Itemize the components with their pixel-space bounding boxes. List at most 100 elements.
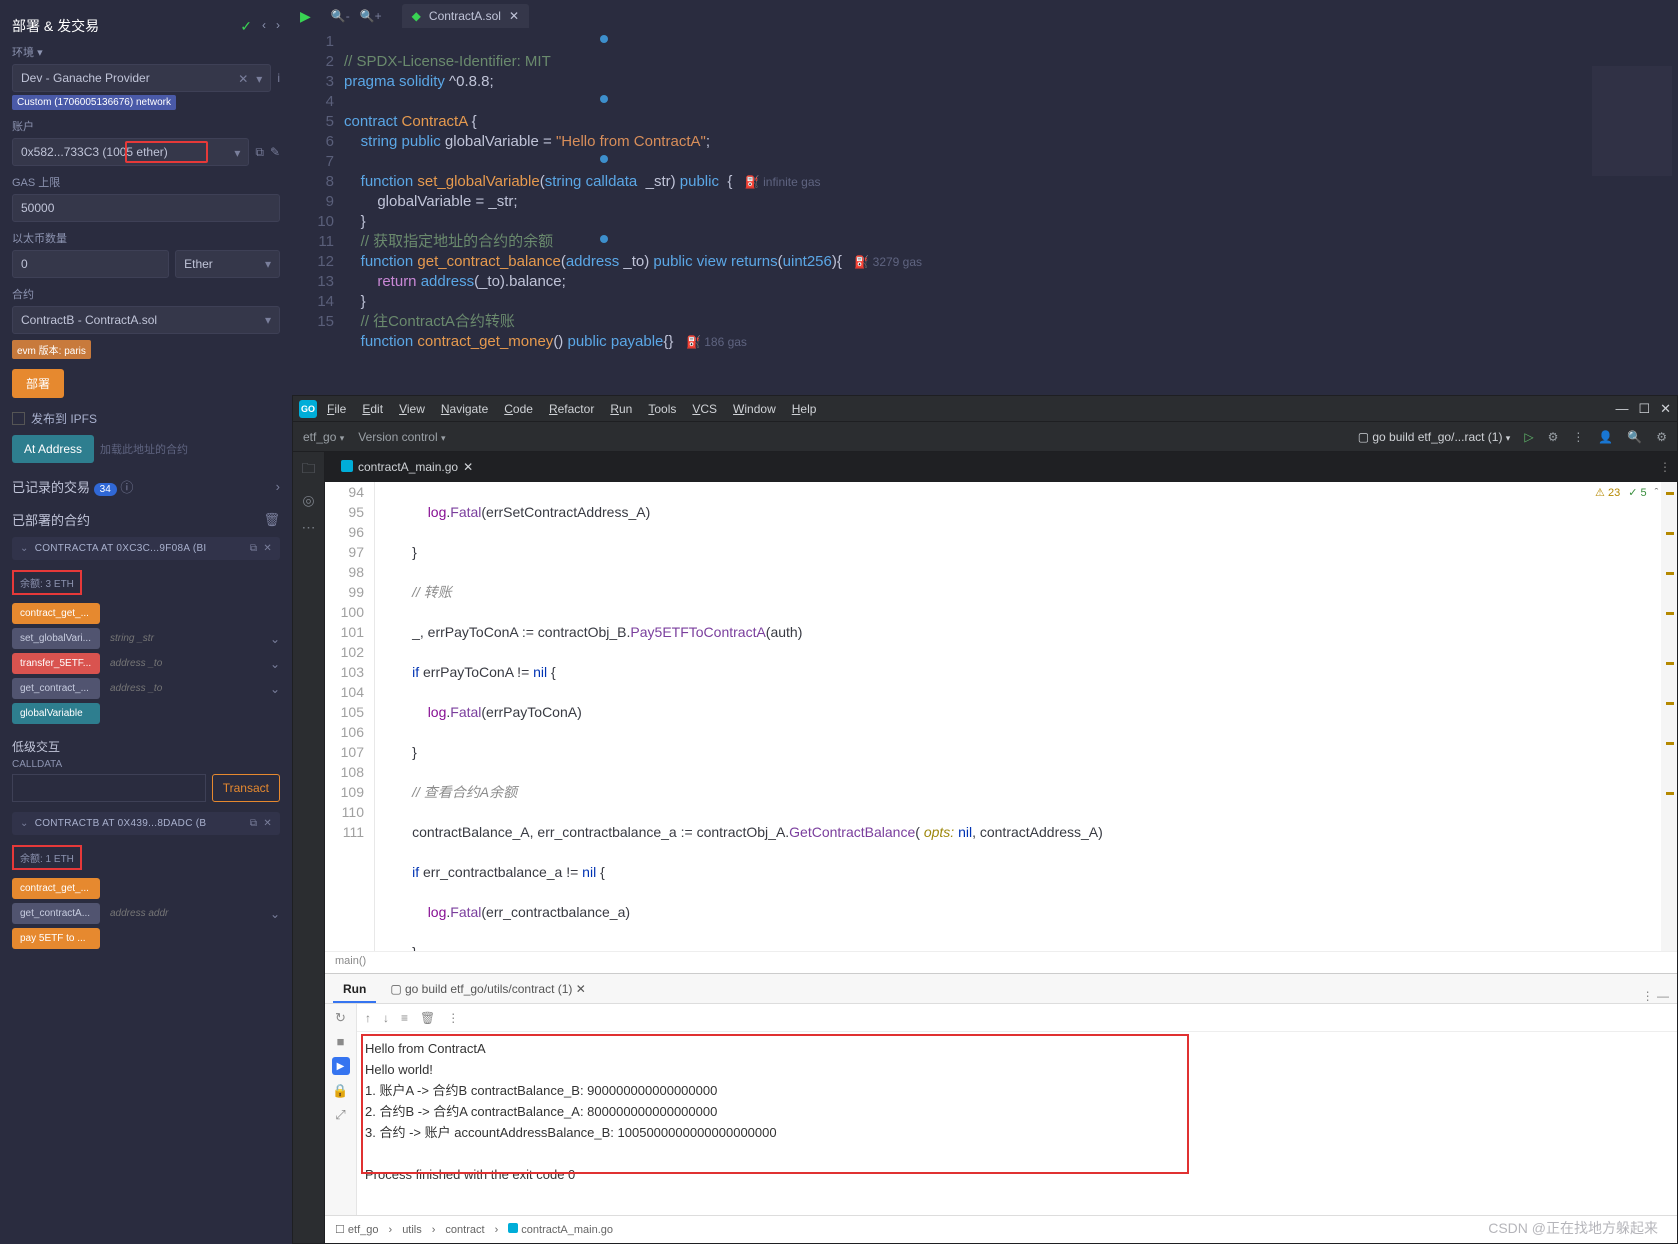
inspection-badges[interactable]: ⚠ 23 ✓ 5 ˆ ˇ xyxy=(1595,486,1665,499)
breadcrumb[interactable]: contract xyxy=(445,1224,484,1236)
close-icon[interactable]: ✕ xyxy=(463,460,473,474)
fn-arg-input[interactable] xyxy=(106,629,264,648)
calldata-input[interactable] xyxy=(12,774,206,802)
settings-icon[interactable]: ⚙ xyxy=(1656,430,1667,444)
chevron-right-icon[interactable]: › xyxy=(276,479,280,494)
gas-input[interactable] xyxy=(12,194,280,222)
fn-button[interactable]: transfer_5ETF... xyxy=(12,653,100,674)
close-icon[interactable]: ✕ xyxy=(263,543,272,554)
copy-icon[interactable]: ⧉ xyxy=(255,145,264,160)
ataddress-button[interactable]: At Address xyxy=(12,435,94,463)
menu-refactor[interactable]: Refactor xyxy=(543,400,600,418)
edit-icon[interactable]: ✎ xyxy=(270,145,280,159)
editor-tab[interactable]: ◆ ContractA.sol ✕ xyxy=(402,4,529,28)
stop-icon[interactable]: ■ xyxy=(337,1034,345,1049)
go-editor[interactable]: 9495969798991001011021031041051061071081… xyxy=(325,482,1677,951)
fn-button[interactable]: set_globalVari... xyxy=(12,628,100,649)
more-icon[interactable]: ⋮ xyxy=(447,1011,459,1025)
code-body[interactable]: // SPDX-License-Identifier: MIT pragma s… xyxy=(344,32,1678,395)
menu-tools[interactable]: Tools xyxy=(642,400,682,418)
fn-button[interactable]: contract_get_... xyxy=(12,603,100,624)
lock-icon[interactable]: 🔒 xyxy=(332,1083,348,1099)
vcs-dropdown[interactable]: Version control ▾ xyxy=(358,430,445,444)
chevron-down-icon[interactable]: ⌄ xyxy=(270,907,280,921)
deploy-button[interactable]: 部署 xyxy=(12,369,64,398)
trash-icon[interactable]: 🗑 xyxy=(420,1011,435,1025)
menu-view[interactable]: View xyxy=(393,400,431,418)
fn-button[interactable]: globalVariable xyxy=(12,703,100,724)
run-config[interactable]: ▢ go build etf_go/...ract (1) ▾ xyxy=(1358,430,1511,444)
down-icon[interactable]: ↓ xyxy=(383,1011,389,1025)
copy-icon[interactable]: ⧉ xyxy=(250,818,257,829)
code-stripe[interactable] xyxy=(1661,482,1677,951)
more-icon[interactable]: ⋮ xyxy=(1659,460,1671,474)
fn-arg-input[interactable] xyxy=(106,654,264,673)
run-icon[interactable]: ▶ xyxy=(332,1057,350,1075)
fn-button[interactable]: get_contractA... xyxy=(12,903,100,924)
softwrap-icon[interactable]: ≡ xyxy=(401,1011,408,1025)
fn-arg-input[interactable] xyxy=(106,679,264,698)
structure-icon[interactable]: ⋯ xyxy=(302,519,316,536)
fn-button[interactable]: get_contract_... xyxy=(12,678,100,699)
run-icon[interactable]: ▶ xyxy=(300,8,311,25)
zoom-out-icon[interactable]: 🔍- xyxy=(331,9,350,23)
chevron-down-icon[interactable]: ⌄ xyxy=(270,657,280,671)
chevron-left-icon[interactable]: ‹ xyxy=(262,18,266,35)
transact-button[interactable]: Transact xyxy=(212,774,280,802)
unit-select[interactable]: Ether ▾ xyxy=(175,250,280,278)
trash-icon[interactable]: 🗑 xyxy=(263,512,280,528)
menu-run[interactable]: Run xyxy=(604,400,638,418)
close-icon[interactable]: ✕ xyxy=(238,72,248,86)
menu-file[interactable]: File xyxy=(321,400,352,418)
user-icon[interactable]: 👤 xyxy=(1598,430,1613,444)
maximize-icon[interactable]: ☐ xyxy=(1638,401,1650,417)
ipfs-checkbox[interactable] xyxy=(12,412,25,425)
run-tab[interactable]: Run xyxy=(333,977,376,1003)
close-icon[interactable]: ✕ xyxy=(263,818,272,829)
account-select[interactable]: 0x582...733C3 (1005 ether) ▾ xyxy=(12,138,249,166)
code-body[interactable]: log.Fatal(errSetContractAddress_A) } // … xyxy=(375,482,1677,951)
search-icon[interactable]: 🔍 xyxy=(1627,430,1642,444)
chevron-down-icon[interactable]: ⌄ xyxy=(20,818,29,829)
run-icon[interactable]: ▷ xyxy=(1524,430,1533,444)
debug-icon[interactable]: ⚙ xyxy=(1548,430,1559,444)
chevron-down-icon[interactable]: ⌄ xyxy=(20,543,29,554)
copy-icon[interactable]: ⧉ xyxy=(250,543,257,554)
build-tab[interactable]: ▢ go build etf_go/utils/contract (1) ✕ xyxy=(380,977,596,1003)
breadcrumb-root[interactable]: ☐ etf_go xyxy=(335,1223,379,1236)
menu-code[interactable]: Code xyxy=(498,400,539,418)
restart-icon[interactable]: ↻ xyxy=(335,1010,346,1026)
bookmark-icon[interactable]: ◎ xyxy=(302,492,314,509)
menu-navigate[interactable]: Navigate xyxy=(435,400,494,418)
up-icon[interactable]: ↑ xyxy=(365,1011,371,1025)
close-icon[interactable]: ✕ xyxy=(509,9,519,23)
editor-tab[interactable]: contractA_main.go ✕ xyxy=(331,456,483,478)
project-dropdown[interactable]: etf_go ▾ xyxy=(303,430,344,444)
menu-window[interactable]: Window xyxy=(727,400,782,418)
fn-button[interactable]: contract_get_... xyxy=(12,878,100,899)
more-icon[interactable]: ⋮ xyxy=(1572,430,1584,444)
env-select[interactable]: Dev - Ganache Provider ✕ ▾ xyxy=(12,64,271,92)
menu-edit[interactable]: Edit xyxy=(356,400,389,418)
expand-icon[interactable]: ⤢ xyxy=(335,1107,345,1123)
fn-arg-input[interactable] xyxy=(106,904,264,923)
chevron-right-icon[interactable]: › xyxy=(276,18,280,35)
console-output[interactable]: Hello from ContractA Hello world! 1. 账户A… xyxy=(357,1032,1677,1215)
info-icon[interactable]: i xyxy=(277,71,280,85)
zoom-in-icon[interactable]: 🔍+ xyxy=(360,9,382,23)
breadcrumb[interactable]: utils xyxy=(402,1224,422,1236)
chevron-down-icon[interactable]: ⌄ xyxy=(270,682,280,696)
folder-icon[interactable]: 🗀 xyxy=(302,458,316,482)
close-icon[interactable]: ✕ xyxy=(1660,401,1671,417)
minimize-icon[interactable]: — xyxy=(1615,401,1628,417)
more-icon[interactable]: ⋮ — xyxy=(1642,989,1669,1003)
chevron-down-icon[interactable]: ⌄ xyxy=(270,632,280,646)
breadcrumb-file[interactable]: contractA_main.go xyxy=(508,1223,613,1236)
contract-select[interactable]: ContractB - ContractA.sol▾ xyxy=(12,306,280,334)
minimap[interactable] xyxy=(1592,66,1672,176)
value-input[interactable] xyxy=(12,250,169,278)
menu-vcs[interactable]: VCS xyxy=(686,400,723,418)
menu-help[interactable]: Help xyxy=(786,400,823,418)
fn-button[interactable]: pay 5ETF to ... xyxy=(12,928,100,949)
info-icon-2[interactable]: ⓘ xyxy=(120,480,133,495)
